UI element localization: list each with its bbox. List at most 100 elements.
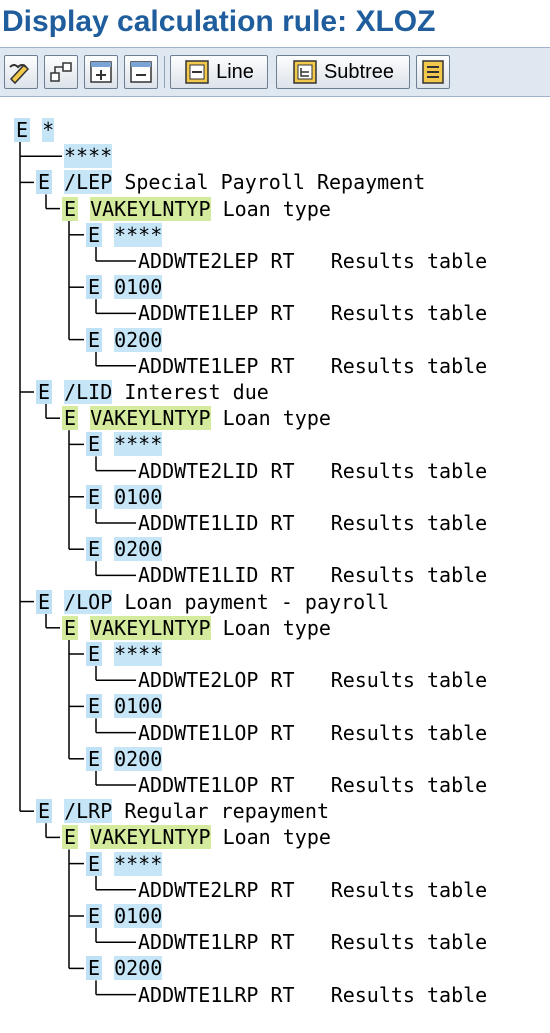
list-button[interactable] xyxy=(416,55,450,89)
tree-node-wagetype[interactable]: E /LID Interest due xyxy=(36,380,269,404)
collapse-button[interactable] xyxy=(124,55,158,89)
tree-node-loan-type[interactable]: E 0100 xyxy=(86,694,163,719)
tree-node-operation[interactable]: E VAKEYLNTYP Loan type xyxy=(62,196,331,221)
node-key: /LRP xyxy=(64,799,113,824)
node-key: /LOP xyxy=(64,589,113,614)
expand-icon xyxy=(90,61,112,83)
expand-node-icon[interactable]: E xyxy=(62,406,79,431)
node-table: RT xyxy=(270,877,295,902)
expand-node-icon[interactable]: E xyxy=(86,642,103,666)
tree-node-result[interactable]: ADDWTE1LRP RT Results table xyxy=(138,930,487,954)
expand-node-icon[interactable]: E xyxy=(14,118,31,142)
tree-node-root-child[interactable]: **** xyxy=(64,144,113,169)
tree-node-result[interactable]: ADDWTE1LID RT Results table xyxy=(138,563,487,587)
expand-node-icon[interactable]: E xyxy=(36,380,53,404)
tree-node-wagetype[interactable]: E /LEP Special Payroll Repayment xyxy=(36,170,425,195)
node-key: 0200 xyxy=(114,537,163,562)
node-key: VAKEYLNTYP xyxy=(90,406,211,431)
expand-node-icon[interactable]: E xyxy=(86,537,103,562)
line-button-label: Line xyxy=(216,60,254,83)
node-key: 0200 xyxy=(114,956,163,981)
expand-node-icon[interactable]: E xyxy=(62,825,79,850)
node-table: RT xyxy=(270,720,295,745)
expand-node-icon[interactable]: E xyxy=(86,275,103,300)
expand-node-icon[interactable]: E xyxy=(86,222,103,247)
node-operation: ADDWTE2LOP xyxy=(138,668,259,693)
tree-node-result[interactable]: ADDWTE1LRP RT Results table xyxy=(138,983,487,1007)
expand-node-icon[interactable]: E xyxy=(86,327,103,352)
node-key: /LID xyxy=(64,380,113,404)
node-operation: ADDWTE2LID xyxy=(138,458,259,483)
node-table: RT xyxy=(270,563,295,588)
expand-node-icon[interactable]: E xyxy=(36,589,53,614)
expand-node-icon[interactable]: E xyxy=(86,956,103,981)
tree-node-result[interactable]: ADDWTE2LOP RT Results table xyxy=(138,668,487,692)
expand-node-icon[interactable]: E xyxy=(86,694,103,719)
node-text: Loan type xyxy=(222,406,331,431)
expand-node-icon[interactable]: E xyxy=(62,196,79,221)
toolbar-separator xyxy=(164,56,165,88)
tree-node-loan-type[interactable]: E 0100 xyxy=(86,904,163,928)
tree-node-result[interactable]: ADDWTE1LEP RT Results table xyxy=(138,354,487,378)
tree-node-result[interactable]: ADDWTE2LEP RT Results table xyxy=(138,249,487,273)
tree-node-loan-type[interactable]: E **** xyxy=(86,432,163,457)
tree-node-loan-type[interactable]: E **** xyxy=(86,851,163,876)
node-key: * xyxy=(42,118,55,142)
subtree-button-label: Subtree xyxy=(323,60,395,83)
tree-node-operation[interactable]: E VAKEYLNTYP Loan type xyxy=(62,406,331,431)
node-table: RT xyxy=(270,511,295,535)
node-key: /LEP xyxy=(64,170,113,195)
node-key: 0200 xyxy=(114,746,163,771)
tree-node-operation[interactable]: E VAKEYLNTYP Loan type xyxy=(62,615,331,640)
node-key: 0100 xyxy=(114,904,163,928)
node-description: Results table xyxy=(330,773,488,797)
tree-node-loan-type[interactable]: E 0200 xyxy=(86,327,163,352)
expand-node-icon[interactable]: E xyxy=(86,484,103,509)
node-table: RT xyxy=(270,773,295,797)
tree-node-result[interactable]: ADDWTE1LOP RT Results table xyxy=(138,773,487,797)
node-key: **** xyxy=(114,642,163,666)
tree-node-loan-type[interactable]: E 0100 xyxy=(86,275,163,300)
tree-node-result[interactable]: ADDWTE2LID RT Results table xyxy=(138,459,487,483)
line-button[interactable]: Line xyxy=(170,55,268,89)
tree-node-result[interactable]: ADDWTE1LID RT Results table xyxy=(138,511,487,535)
node-key: 0100 xyxy=(114,484,163,509)
node-description: Results table xyxy=(330,668,488,693)
tree-node-wagetype[interactable]: E /LRP Regular repayment xyxy=(36,799,329,824)
subtree-button[interactable]: Subtree xyxy=(276,55,410,89)
node-operation: ADDWTE1LEP xyxy=(138,353,259,378)
expand-node-icon[interactable]: E xyxy=(36,799,53,824)
tree-node-loan-type[interactable]: E 0200 xyxy=(86,956,163,981)
node-description: Results table xyxy=(330,930,488,955)
expand-node-icon[interactable]: E xyxy=(86,851,103,876)
node-table: RT xyxy=(270,982,295,1007)
expand-node-icon[interactable]: E xyxy=(86,746,103,771)
tree-node-result[interactable]: ADDWTE1LEP RT Results table xyxy=(138,301,487,325)
expand-node-icon[interactable]: E xyxy=(86,904,103,928)
node-description: Results table xyxy=(330,720,488,745)
tree-node-result[interactable]: ADDWTE1LOP RT Results table xyxy=(138,721,487,745)
tree-node-operation[interactable]: E VAKEYLNTYP Loan type xyxy=(62,825,331,850)
hierarchy-icon xyxy=(50,62,72,82)
node-description: Results table xyxy=(330,982,488,1007)
tree-node-loan-type[interactable]: E 0200 xyxy=(86,746,163,771)
tree-node-wagetype[interactable]: E /LOP Loan payment - payroll xyxy=(36,589,389,614)
list-icon xyxy=(422,60,444,84)
collapse-icon xyxy=(130,61,152,83)
node-text: Loan type xyxy=(222,196,331,221)
tree-node-loan-type[interactable]: E **** xyxy=(86,642,163,666)
expand-node-icon[interactable]: E xyxy=(62,615,79,640)
node-operation: ADDWTE2LEP xyxy=(138,249,259,273)
application-toolbar: Line Subtree xyxy=(0,47,550,97)
tree-node-root[interactable]: E * xyxy=(14,118,55,142)
tree-node-loan-type[interactable]: E **** xyxy=(86,222,163,247)
edit-button[interactable] xyxy=(4,55,38,89)
tree-node-loan-type[interactable]: E 0100 xyxy=(86,484,163,509)
tree-node-loan-type[interactable]: E 0200 xyxy=(86,537,163,562)
hierarchy-button[interactable] xyxy=(44,55,78,89)
expand-node-icon[interactable]: E xyxy=(86,432,103,457)
tree-node-result[interactable]: ADDWTE2LRP RT Results table xyxy=(138,878,487,902)
node-operation: ADDWTE1LRP xyxy=(138,930,259,955)
expand-node-icon[interactable]: E xyxy=(36,170,53,195)
expand-button[interactable] xyxy=(84,55,118,89)
